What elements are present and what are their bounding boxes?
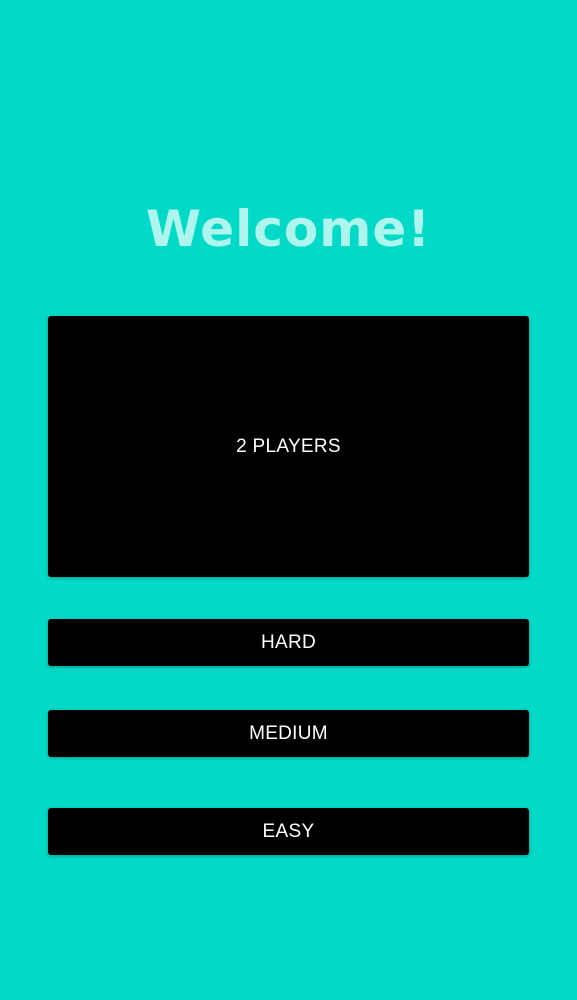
medium-button[interactable]: MEDIUM bbox=[48, 710, 529, 757]
hard-label: HARD bbox=[260, 631, 317, 653]
hard-button[interactable]: HARD bbox=[48, 619, 529, 666]
welcome-title: Welcome! bbox=[145, 200, 432, 258]
easy-label: EASY bbox=[262, 820, 315, 842]
medium-label: MEDIUM bbox=[249, 722, 328, 744]
easy-button[interactable]: EASY bbox=[48, 808, 529, 855]
two-players-label: 2 PLAYERS bbox=[236, 435, 341, 457]
two-players-button[interactable]: 2 PLAYERS bbox=[48, 316, 529, 577]
